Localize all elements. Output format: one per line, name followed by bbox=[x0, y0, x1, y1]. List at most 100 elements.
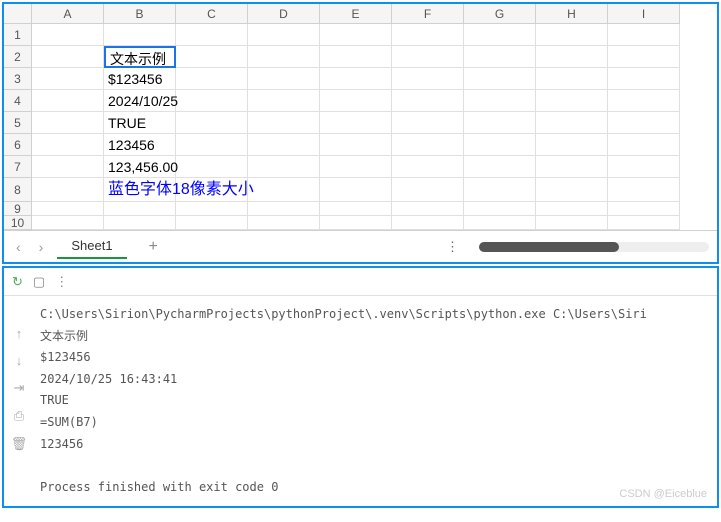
cell-E10[interactable] bbox=[320, 216, 392, 230]
cell-D6[interactable] bbox=[248, 134, 320, 156]
cell-C3[interactable] bbox=[176, 68, 248, 90]
soft-wrap-icon[interactable]: ⇥ bbox=[14, 380, 25, 396]
cell-F2[interactable] bbox=[392, 46, 464, 68]
cell-E4[interactable] bbox=[320, 90, 392, 112]
cell-I3[interactable] bbox=[608, 68, 680, 90]
cell-F3[interactable] bbox=[392, 68, 464, 90]
cell-G3[interactable] bbox=[464, 68, 536, 90]
cell-B8[interactable]: 蓝色字体18像素大小 bbox=[104, 178, 176, 202]
cell-I2[interactable] bbox=[608, 46, 680, 68]
cell-B2[interactable]: 文本示例 bbox=[104, 46, 176, 68]
col-header-H[interactable]: H bbox=[536, 4, 608, 24]
select-all-corner[interactable] bbox=[4, 4, 32, 24]
cell-E9[interactable] bbox=[320, 202, 392, 216]
cell-C9[interactable] bbox=[176, 202, 248, 216]
cell-C4[interactable] bbox=[176, 90, 248, 112]
prev-sheet-icon[interactable]: ‹ bbox=[12, 239, 25, 255]
cell-C10[interactable] bbox=[176, 216, 248, 230]
cell-C7[interactable] bbox=[176, 156, 248, 178]
row-header-9[interactable]: 9 bbox=[4, 202, 32, 216]
cell-C5[interactable] bbox=[176, 112, 248, 134]
cell-G1[interactable] bbox=[464, 24, 536, 46]
cell-B1[interactable] bbox=[104, 24, 176, 46]
cell-I10[interactable] bbox=[608, 216, 680, 230]
cell-G4[interactable] bbox=[464, 90, 536, 112]
col-header-D[interactable]: D bbox=[248, 4, 320, 24]
stop-icon[interactable]: ▢ bbox=[33, 274, 45, 290]
row-header-3[interactable]: 3 bbox=[4, 68, 32, 90]
cell-F10[interactable] bbox=[392, 216, 464, 230]
trash-icon[interactable]: 🗑 bbox=[11, 436, 28, 452]
cell-H2[interactable] bbox=[536, 46, 608, 68]
cell-A1[interactable] bbox=[32, 24, 104, 46]
col-header-C[interactable]: C bbox=[176, 4, 248, 24]
cell-F4[interactable] bbox=[392, 90, 464, 112]
row-header-6[interactable]: 6 bbox=[4, 134, 32, 156]
cell-H3[interactable] bbox=[536, 68, 608, 90]
cell-D4[interactable] bbox=[248, 90, 320, 112]
cell-G5[interactable] bbox=[464, 112, 536, 134]
cell-D7[interactable] bbox=[248, 156, 320, 178]
cell-H9[interactable] bbox=[536, 202, 608, 216]
cell-H1[interactable] bbox=[536, 24, 608, 46]
cell-H8[interactable] bbox=[536, 178, 608, 202]
cell-I1[interactable] bbox=[608, 24, 680, 46]
cell-H4[interactable] bbox=[536, 90, 608, 112]
cell-C6[interactable] bbox=[176, 134, 248, 156]
sheet-tab-1[interactable]: Sheet1 bbox=[57, 234, 126, 259]
cell-F7[interactable] bbox=[392, 156, 464, 178]
cell-B4[interactable]: 2024/10/25 bbox=[104, 90, 176, 112]
grid[interactable]: A B C D E F G H I 1 2 文本示例 bbox=[4, 4, 717, 230]
cell-H7[interactable] bbox=[536, 156, 608, 178]
cell-F1[interactable] bbox=[392, 24, 464, 46]
row-header-7[interactable]: 7 bbox=[4, 156, 32, 178]
cell-A6[interactable] bbox=[32, 134, 104, 156]
cell-H5[interactable] bbox=[536, 112, 608, 134]
cell-B5[interactable]: TRUE bbox=[104, 112, 176, 134]
print-icon[interactable]: ⎙ bbox=[14, 408, 24, 424]
cell-G9[interactable] bbox=[464, 202, 536, 216]
cell-I4[interactable] bbox=[608, 90, 680, 112]
cell-D8[interactable] bbox=[248, 178, 320, 202]
row-header-1[interactable]: 1 bbox=[4, 24, 32, 46]
col-header-A[interactable]: A bbox=[32, 4, 104, 24]
cell-B3[interactable]: $123456 bbox=[104, 68, 176, 90]
cell-G8[interactable] bbox=[464, 178, 536, 202]
cell-D1[interactable] bbox=[248, 24, 320, 46]
cell-A4[interactable] bbox=[32, 90, 104, 112]
cell-A2[interactable] bbox=[32, 46, 104, 68]
cell-E2[interactable] bbox=[320, 46, 392, 68]
cell-B10[interactable] bbox=[104, 216, 176, 230]
cell-E3[interactable] bbox=[320, 68, 392, 90]
cell-C8[interactable] bbox=[176, 178, 248, 202]
cell-F9[interactable] bbox=[392, 202, 464, 216]
more-icon[interactable]: ⋮ bbox=[446, 239, 469, 255]
cell-B6[interactable]: 123456 bbox=[104, 134, 176, 156]
cell-I6[interactable] bbox=[608, 134, 680, 156]
cell-I7[interactable] bbox=[608, 156, 680, 178]
cell-F6[interactable] bbox=[392, 134, 464, 156]
col-header-F[interactable]: F bbox=[392, 4, 464, 24]
cell-D9[interactable] bbox=[248, 202, 320, 216]
row-header-2[interactable]: 2 bbox=[4, 46, 32, 68]
cell-H10[interactable] bbox=[536, 216, 608, 230]
cell-A9[interactable] bbox=[32, 202, 104, 216]
cell-E6[interactable] bbox=[320, 134, 392, 156]
cell-E7[interactable] bbox=[320, 156, 392, 178]
cell-A10[interactable] bbox=[32, 216, 104, 230]
cell-I8[interactable] bbox=[608, 178, 680, 202]
cell-D3[interactable] bbox=[248, 68, 320, 90]
cell-G10[interactable] bbox=[464, 216, 536, 230]
toolbar-more-icon[interactable]: ⋮ bbox=[55, 274, 68, 290]
rerun-icon[interactable]: ↻ bbox=[12, 274, 23, 290]
row-header-5[interactable]: 5 bbox=[4, 112, 32, 134]
row-header-4[interactable]: 4 bbox=[4, 90, 32, 112]
cell-E5[interactable] bbox=[320, 112, 392, 134]
row-header-8[interactable]: 8 bbox=[4, 178, 32, 202]
scroll-up-icon[interactable]: ↑ bbox=[16, 326, 23, 341]
next-sheet-icon[interactable]: › bbox=[35, 239, 48, 255]
cell-C2[interactable] bbox=[176, 46, 248, 68]
cell-F8[interactable] bbox=[392, 178, 464, 202]
row-header-10[interactable]: 10 bbox=[4, 216, 32, 230]
cell-A7[interactable] bbox=[32, 156, 104, 178]
